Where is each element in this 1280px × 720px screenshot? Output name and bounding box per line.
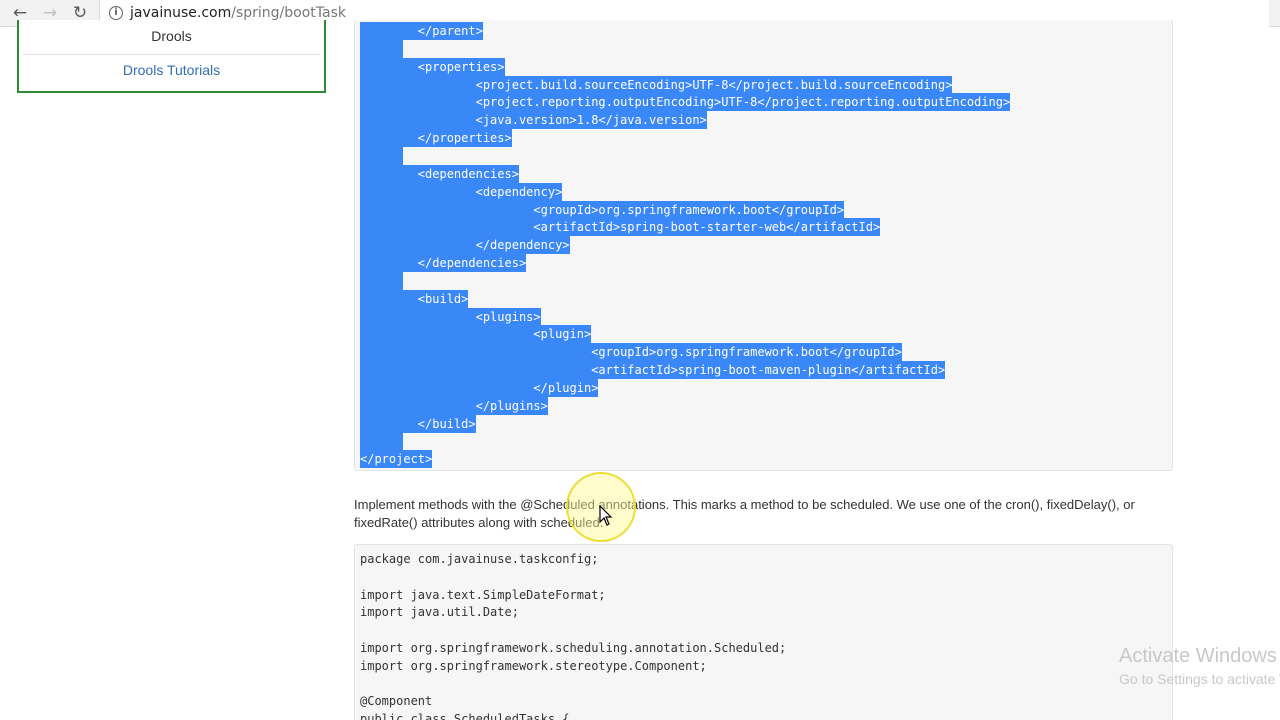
code-line: </dependency> xyxy=(360,236,570,255)
url-path: /spring/bootTask xyxy=(231,5,346,21)
code-line: <build> xyxy=(360,289,469,308)
code-block-pom[interactable]: </parent> <properties> <project.build.so… xyxy=(354,20,1173,471)
code-line: public class ScheduledTasks { xyxy=(360,712,570,720)
code-line: package com.javainuse.taskconfig; xyxy=(360,552,599,566)
description-text: Implement methods with the @Scheduled an… xyxy=(354,497,1135,530)
code-line: <java.version>1.8</java.version> xyxy=(360,111,707,130)
code-line: </build> xyxy=(360,414,476,433)
code-line: </plugins> xyxy=(360,396,548,415)
code-line: <project.reporting.outputEncoding>UTF-8<… xyxy=(360,93,1011,112)
url-text[interactable]: javainuse.com/spring/bootTask xyxy=(130,5,346,21)
code-line: import org.springframework.stereotype.Co… xyxy=(360,658,707,673)
code-line: <plugin> xyxy=(360,325,592,344)
code-line: <properties> xyxy=(360,57,505,76)
code-line xyxy=(360,146,404,165)
sidebar-menu-box: Drools Drools Tutorials xyxy=(17,20,326,93)
code-line: import java.text.SimpleDateFormat; xyxy=(360,587,606,602)
code-line: <plugins> xyxy=(360,307,541,326)
code-line: <dependency> xyxy=(360,182,563,201)
code-line: import org.springframework.scheduling.an… xyxy=(360,641,787,655)
code-line: </project> xyxy=(360,450,433,469)
code-block-java[interactable]: package com.javainuse.taskconfig; import… xyxy=(354,544,1173,720)
code-line: <artifactId>spring-boot-starter-web</art… xyxy=(360,218,881,237)
sidebar-item-drools[interactable]: Drools xyxy=(19,28,324,44)
code-line: </dependencies> xyxy=(360,254,527,273)
mouse-pointer-icon xyxy=(599,505,613,526)
code-line: import java.util.Date; xyxy=(360,605,519,620)
code-line: <artifactId>spring-boot-maven-plugin</ar… xyxy=(360,361,946,380)
code-line: <dependencies> xyxy=(360,164,519,183)
info-icon[interactable]: i xyxy=(109,6,123,20)
code-line xyxy=(360,432,404,451)
sidebar-divider xyxy=(23,54,320,55)
code-line xyxy=(360,39,404,58)
activate-windows-title: Activate Windows xyxy=(1119,645,1277,667)
code-line: <groupId>org.springframework.boot</group… xyxy=(360,343,902,362)
sidebar-link-drools-tutorials[interactable]: Drools Tutorials xyxy=(19,62,324,78)
activate-windows-subtitle: Go to Settings to activate Windows. xyxy=(1119,671,1280,687)
code-line: <groupId>org.springframework.boot</group… xyxy=(360,200,845,219)
code-line: @Component xyxy=(360,694,433,709)
code-line: <project.build.sourceEncoding>UTF-8</pro… xyxy=(360,75,953,94)
code-line xyxy=(360,271,404,290)
code-line: </parent> xyxy=(360,22,483,40)
url-domain: javainuse.com xyxy=(130,5,232,21)
code-line: </properties> xyxy=(360,129,512,148)
code-line: </plugin> xyxy=(360,379,599,397)
